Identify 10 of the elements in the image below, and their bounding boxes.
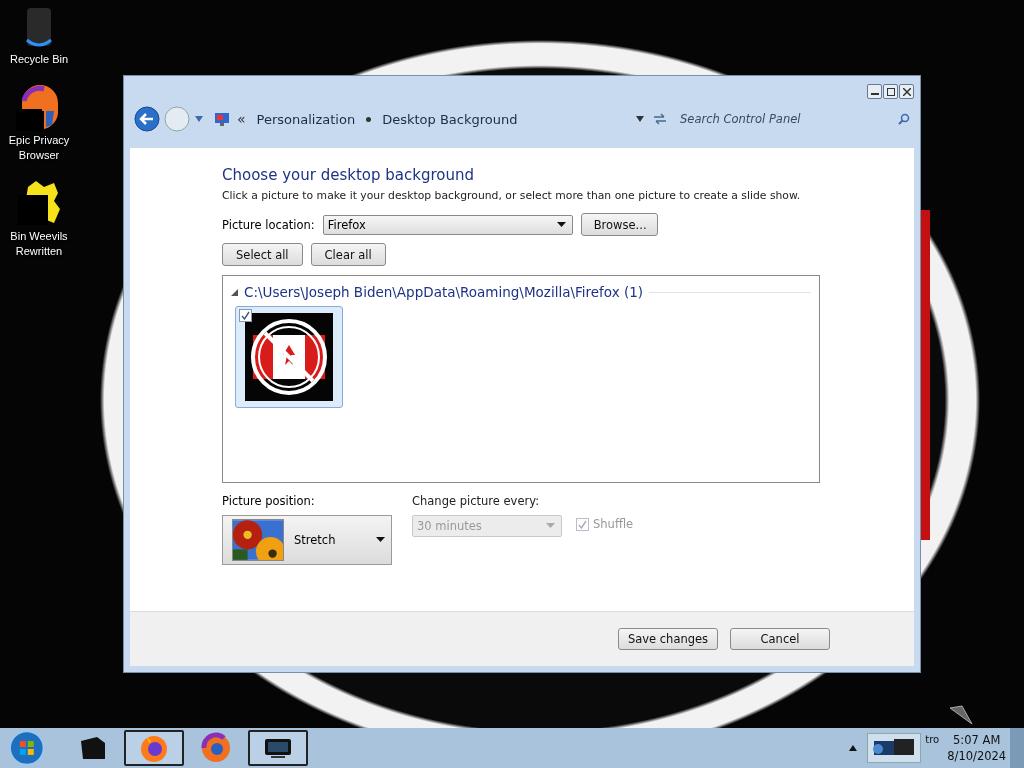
taskbar-button[interactable] bbox=[247, 730, 308, 766]
taskbar-button[interactable] bbox=[123, 730, 184, 766]
clock[interactable]: 5:07 AM 8/10/2024 bbox=[947, 732, 1007, 764]
firefox-icon bbox=[138, 733, 169, 763]
tray-arrow-icon[interactable] bbox=[849, 745, 858, 751]
monitor-icon bbox=[262, 736, 293, 760]
tray-window-icon[interactable] bbox=[867, 733, 922, 763]
tray-text: tro bbox=[925, 734, 940, 745]
browser-icon bbox=[199, 732, 232, 764]
start-button[interactable] bbox=[8, 729, 46, 767]
